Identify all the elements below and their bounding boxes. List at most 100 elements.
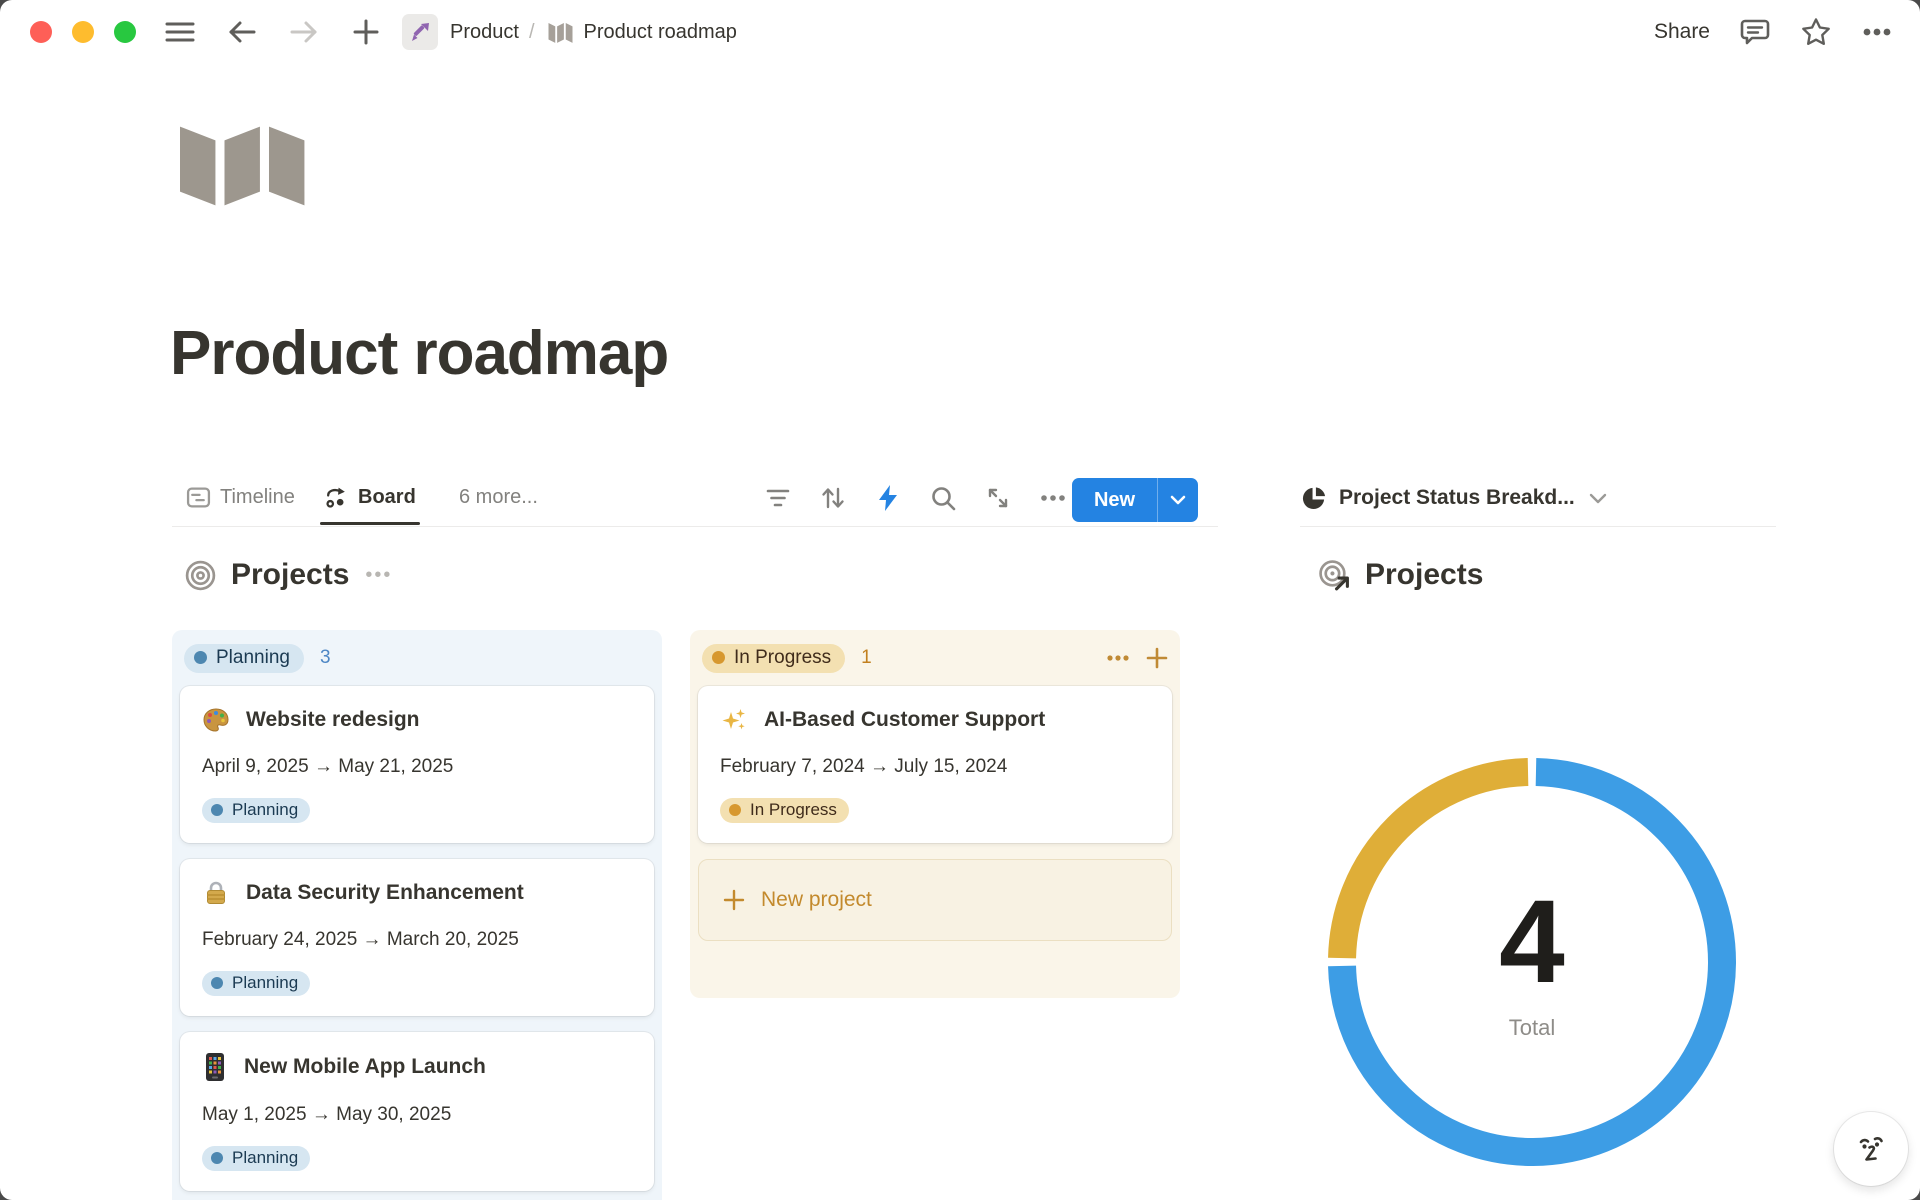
ellipsis-icon	[1040, 494, 1066, 502]
timeline-view-icon	[186, 485, 211, 510]
topbar-actions: Share	[1654, 0, 1892, 64]
map-icon	[180, 116, 306, 212]
card-title: New Mobile App Launch	[244, 1055, 486, 1079]
search-button[interactable]	[925, 480, 961, 516]
card-dates: February 24, 2025 → March 20, 2025	[202, 929, 632, 951]
pie-chart-icon	[1300, 485, 1327, 512]
filter-button[interactable]	[760, 480, 796, 516]
donut-chart-svg	[1320, 750, 1744, 1174]
more-options-button[interactable]	[1862, 27, 1892, 37]
card-dates: February 7, 2024 → July 15, 2024	[720, 756, 1150, 778]
status-dot	[729, 804, 741, 816]
minimize-window-button[interactable]	[72, 21, 94, 43]
view-options-button[interactable]	[1035, 480, 1071, 516]
project-card-data-security[interactable]: Data Security Enhancement February 24, 2…	[180, 859, 654, 1016]
column-count: 1	[861, 647, 872, 669]
forward-button[interactable]	[286, 14, 322, 50]
lightning-icon	[877, 484, 899, 512]
notion-ai-button[interactable]	[1834, 1112, 1908, 1186]
card-status-pill: Planning	[202, 1146, 310, 1171]
sparkles-icon	[720, 706, 748, 734]
back-arrow-icon	[227, 20, 257, 44]
chart-section-header: Projects	[1318, 558, 1483, 592]
board-database-title[interactable]: Projects	[231, 558, 349, 592]
star-icon	[1800, 16, 1832, 48]
status-pill-in-progress[interactable]: In Progress	[702, 644, 845, 673]
new-tab-button[interactable]	[348, 14, 384, 50]
sort-button[interactable]	[815, 480, 851, 516]
chart-view-title: Project Status Breakd...	[1339, 486, 1575, 510]
column-add-card-button[interactable]	[1146, 647, 1168, 669]
project-card-website-redesign[interactable]: Website redesign April 9, 2025 → May 21,…	[180, 686, 654, 843]
tab-more-views[interactable]: 6 more...	[459, 470, 538, 524]
mobile-phone-icon	[202, 1052, 228, 1082]
tab-timeline[interactable]: Timeline	[186, 470, 295, 524]
plus-icon	[353, 19, 379, 45]
breadcrumb-separator: /	[529, 21, 535, 44]
new-button[interactable]: New	[1072, 478, 1158, 522]
status-dot	[211, 977, 223, 989]
filter-icon	[765, 488, 791, 508]
back-button[interactable]	[224, 14, 260, 50]
donut-segment-in-progress	[1342, 772, 1528, 958]
new-project-button[interactable]: New project	[698, 859, 1172, 941]
board-section-header: Projects •••	[184, 558, 392, 592]
column-header: Planning 3	[184, 640, 650, 676]
status-dot	[712, 651, 725, 664]
plus-icon	[1146, 647, 1168, 669]
card-title: Website redesign	[246, 708, 420, 732]
page-icon-button[interactable]	[180, 116, 306, 212]
sidebar-toggle-button[interactable]	[162, 14, 198, 50]
ai-face-icon	[1851, 1129, 1891, 1169]
page-title[interactable]: Product roadmap	[170, 318, 668, 389]
ellipsis-icon	[1106, 654, 1130, 662]
column-options-button[interactable]	[1106, 654, 1130, 662]
favorite-button[interactable]	[1800, 16, 1832, 48]
project-card-ai-support[interactable]: AI-Based Customer Support February 7, 20…	[698, 686, 1172, 843]
share-button[interactable]: Share	[1654, 20, 1710, 44]
status-pill-planning[interactable]: Planning	[184, 644, 304, 673]
new-record-button-group: New	[1072, 478, 1198, 522]
hamburger-menu-icon	[165, 20, 195, 44]
plus-icon	[723, 889, 745, 911]
card-dates: May 1, 2025 → May 30, 2025	[202, 1104, 632, 1126]
card-status-pill: Planning	[202, 971, 310, 996]
view-tabs-bar: Timeline Board 6 more...	[172, 470, 1218, 527]
chart-view-switcher[interactable]: Project Status Breakd...	[1300, 470, 1776, 527]
automations-button[interactable]	[870, 480, 906, 516]
card-status-pill: Planning	[202, 798, 310, 823]
palette-icon	[202, 706, 230, 734]
close-window-button[interactable]	[30, 21, 52, 43]
new-button-dropdown[interactable]	[1158, 478, 1198, 522]
board-view-icon	[324, 485, 349, 510]
search-icon	[930, 485, 957, 512]
expand-view-button[interactable]	[980, 480, 1016, 516]
column-count: 3	[320, 647, 331, 669]
breadcrumb-page-label[interactable]: Product roadmap	[584, 21, 737, 44]
tab-board[interactable]: Board	[324, 470, 416, 524]
status-dot	[211, 1152, 223, 1164]
dart-icon	[408, 20, 432, 44]
sort-icon	[820, 485, 846, 511]
chevron-down-icon	[1589, 493, 1607, 504]
breadcrumb-workspace-label[interactable]: Product	[450, 21, 519, 44]
comments-button[interactable]	[1740, 17, 1770, 47]
target-icon	[184, 559, 217, 592]
notion-window: Product / Product roadmap Share	[0, 0, 1920, 1200]
card-title: Data Security Enhancement	[246, 881, 524, 905]
breadcrumb: Product / Product roadmap	[402, 14, 737, 50]
map-icon	[547, 20, 574, 44]
board-options-button[interactable]: •••	[365, 564, 392, 587]
forward-arrow-icon	[289, 20, 319, 44]
card-dates: April 9, 2025 → May 21, 2025	[202, 756, 632, 778]
column-header: In Progress 1	[702, 640, 1168, 676]
card-title: AI-Based Customer Support	[764, 708, 1045, 732]
project-card-mobile-app[interactable]: New Mobile App Launch May 1, 2025 → May …	[180, 1032, 654, 1191]
zoom-window-button[interactable]	[114, 21, 136, 43]
chart-database-title[interactable]: Projects	[1365, 558, 1483, 592]
chevron-down-icon	[1170, 495, 1186, 505]
traffic-lights	[30, 21, 136, 43]
breadcrumb-workspace-item[interactable]	[402, 14, 438, 50]
card-status-pill: In Progress	[720, 798, 849, 823]
window-toolbar: Product / Product roadmap Share	[0, 0, 1920, 64]
